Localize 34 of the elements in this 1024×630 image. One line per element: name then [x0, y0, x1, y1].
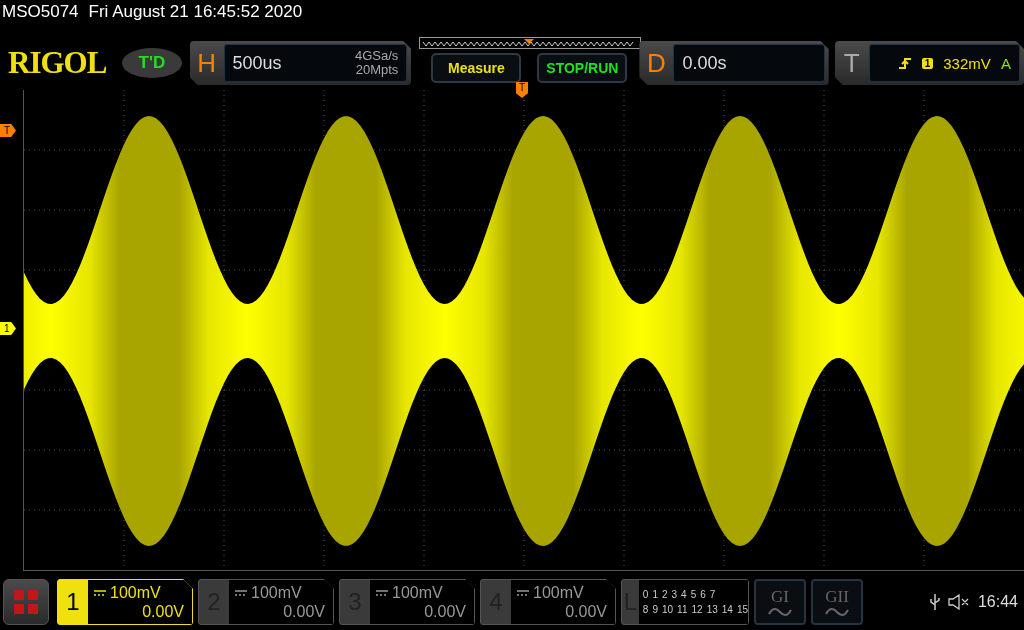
menu-button[interactable]	[3, 579, 49, 625]
trigger-mode: A	[1001, 54, 1011, 72]
date-time: Fri August 21 16:45:52 2020	[88, 2, 303, 22]
horizontal-panel[interactable]: H 500us 4GSa/s 20Mpts	[189, 41, 412, 85]
measure-button[interactable]: Measure	[431, 53, 522, 83]
channel-tab[interactable]: 1 100mV 0.00V	[57, 579, 193, 625]
clock: 16:44	[977, 593, 1018, 611]
model-name: MSO5074	[2, 2, 79, 22]
trigger-level-value: 332mV	[943, 54, 991, 72]
stop-run-button[interactable]: STOP/RUN	[537, 53, 628, 83]
dc-coupling-icon	[517, 589, 529, 596]
memory-depth: 20Mpts	[355, 63, 399, 77]
sine-wave-icon	[768, 607, 792, 617]
dc-coupling-icon	[376, 589, 388, 596]
usb-icon	[929, 593, 940, 611]
speaker-muted-icon	[947, 594, 970, 610]
channel-marker[interactable]: 1	[0, 322, 16, 335]
rising-edge-icon	[897, 56, 912, 70]
trigger-source-badge: 1	[921, 57, 934, 69]
logo: RIGOL	[8, 45, 108, 81]
trigger-level-marker[interactable]: T	[0, 124, 16, 137]
delay-label: D	[646, 47, 667, 79]
trigger-label: T	[842, 47, 861, 79]
delay-panel[interactable]: D 0.00s	[639, 41, 829, 85]
timebase-value: 500us	[232, 52, 282, 74]
dc-coupling-icon	[94, 589, 106, 596]
sine-wave-icon	[825, 607, 849, 617]
run-status[interactable]: T'D	[122, 48, 182, 78]
delay-value: 0.00s	[682, 52, 727, 74]
trigger-position-marker[interactable]: T	[516, 82, 528, 98]
sample-rate: 4GSa/s	[355, 49, 399, 63]
horizontal-label: H	[196, 47, 217, 79]
dc-coupling-icon	[235, 589, 247, 596]
trigger-panel[interactable]: T 1 332mV A	[834, 41, 1024, 85]
